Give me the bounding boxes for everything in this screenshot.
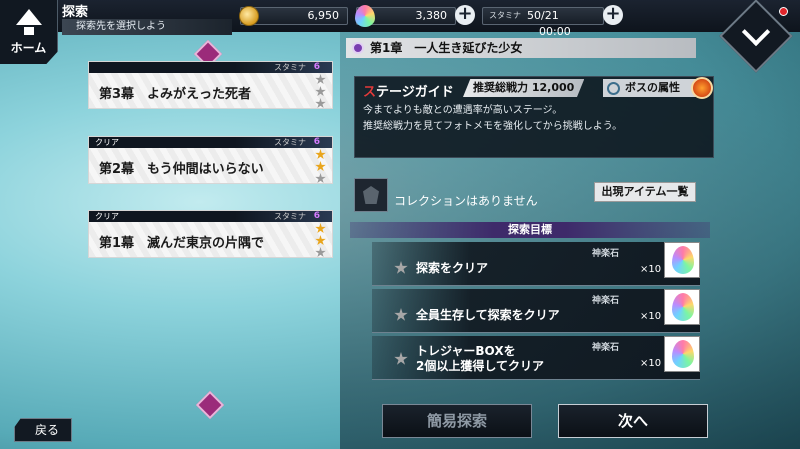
chapter-item-3[interactable]: スタミナ 6 第3幕 よみがえった死者 [88, 61, 333, 109]
home-icon [15, 8, 42, 25]
star-icon [315, 161, 326, 172]
star-icon [315, 149, 326, 160]
goal-item: トレジャーBOXを 2個以上獲得してクリア 神楽石 ×10 [372, 336, 700, 380]
stamina-value: 50/21 [527, 9, 559, 22]
star-icon [315, 74, 326, 85]
kagura-stone-icon [664, 289, 700, 325]
stage-guide: ステージガイド 推奨総戦力 12,000 ボスの属性 今までよりも敵との遭遇率が… [354, 76, 714, 158]
chapter-header: 第1章 一人生き延びた少女 [346, 38, 696, 58]
stamina-timer: 00:00 [539, 25, 571, 38]
goal-item: 探索をクリア 神楽石 ×10 [372, 242, 700, 286]
coin-value: 6,950 [307, 9, 340, 22]
notification-dot [779, 7, 788, 16]
kagura-stone-icon [664, 336, 700, 372]
chapter-stars [315, 74, 329, 109]
chapter-stamina-label: スタミナ [274, 138, 306, 147]
add-stamina-button[interactable]: + [603, 5, 623, 25]
kagura-stone-icon [664, 242, 700, 278]
star-icon [315, 173, 326, 184]
chapter-stars [315, 223, 329, 258]
page-title: 探索 [62, 5, 89, 20]
goal-text: 探索をクリア [416, 261, 489, 275]
chapter-stamina-label: スタミナ [274, 212, 306, 221]
star-icon [315, 98, 326, 109]
home-button[interactable]: ホーム [0, 0, 58, 64]
stamina-counter: スタミナ 50/21 00:00 [482, 7, 604, 38]
collection-status: コレクションはありません [394, 194, 538, 208]
star-icon [315, 223, 326, 234]
star-icon [394, 261, 408, 274]
chapter-status: クリア [95, 212, 119, 221]
chapter-stamina-label: スタミナ [274, 63, 306, 72]
star-icon [315, 86, 326, 97]
stamina-label: スタミナ [489, 11, 521, 20]
collection-icon [354, 178, 388, 212]
goal-text: トレジャーBOXを 2個以上獲得してクリア [416, 344, 544, 373]
fire-attribute-icon[interactable] [691, 77, 713, 99]
stage-guide-title: ステージガイド [363, 85, 454, 100]
gem-counter: 3,380 [355, 5, 456, 27]
reward-name: 神楽石 [592, 343, 620, 353]
recommended-power: 推奨総戦力 12,000 [463, 79, 585, 97]
chapter-title: 第2幕 もう仲間はいらない [99, 162, 264, 177]
reward-count: ×10 [640, 311, 662, 322]
star-icon [394, 308, 408, 321]
star-icon [394, 352, 408, 365]
boss-attribute-icon [607, 82, 620, 95]
goal-text: 全員生存して探索をクリア [416, 308, 560, 322]
chapter-title: 第3幕 よみがえった死者 [99, 87, 252, 102]
reward-name: 神楽石 [592, 249, 620, 259]
item-list-button[interactable]: 出現アイテム一覧 [594, 182, 696, 202]
page-subtitle: 探索先を選択しよう [62, 19, 232, 35]
chapter-icon [352, 42, 364, 54]
home-label: ホーム [10, 40, 47, 55]
add-gems-button[interactable]: + [455, 5, 475, 25]
reward-count: ×10 [640, 264, 662, 275]
coin-counter: 6,950 [239, 6, 348, 26]
chapter-item-2[interactable]: クリア スタミナ 6 第2幕 もう仲間はいらない [88, 136, 333, 184]
chapter-header-title: 第1章 一人生き延びた少女 [370, 41, 523, 55]
next-button[interactable]: 次へ [558, 404, 708, 438]
chapter-stamina-cost: 6 [313, 62, 320, 72]
chapter-title: 第1幕 滅んだ東京の片隅で [99, 236, 265, 251]
chapter-status: クリア [95, 138, 119, 147]
stage-guide-description: 今までよりも敵との遭遇率が高いステージ。 推奨総戦力を見てフォトメモを強化してか… [363, 105, 623, 132]
reward-count: ×10 [640, 358, 662, 369]
gem-value: 3,380 [415, 9, 448, 22]
goals-header: 探索目標 [350, 222, 710, 238]
chapter-item-1[interactable]: クリア スタミナ 6 第1幕 滅んだ東京の片隅で [88, 210, 333, 258]
goal-item: 全員生存して探索をクリア 神楽石 ×10 [372, 289, 700, 333]
gem-icon [355, 5, 375, 27]
reward-name: 神楽石 [592, 296, 620, 306]
chapter-stars [315, 149, 329, 184]
star-icon [315, 235, 326, 246]
chapter-stamina-cost: 6 [313, 137, 320, 147]
quick-explore-button[interactable]: 簡易探索 [382, 404, 532, 438]
chapter-stamina-cost: 6 [313, 211, 320, 221]
back-button[interactable]: 戻る [14, 418, 72, 442]
star-icon [315, 247, 326, 258]
coin-icon [239, 6, 259, 26]
screen-title-box: 探索 探索先を選択しよう [62, 0, 262, 36]
